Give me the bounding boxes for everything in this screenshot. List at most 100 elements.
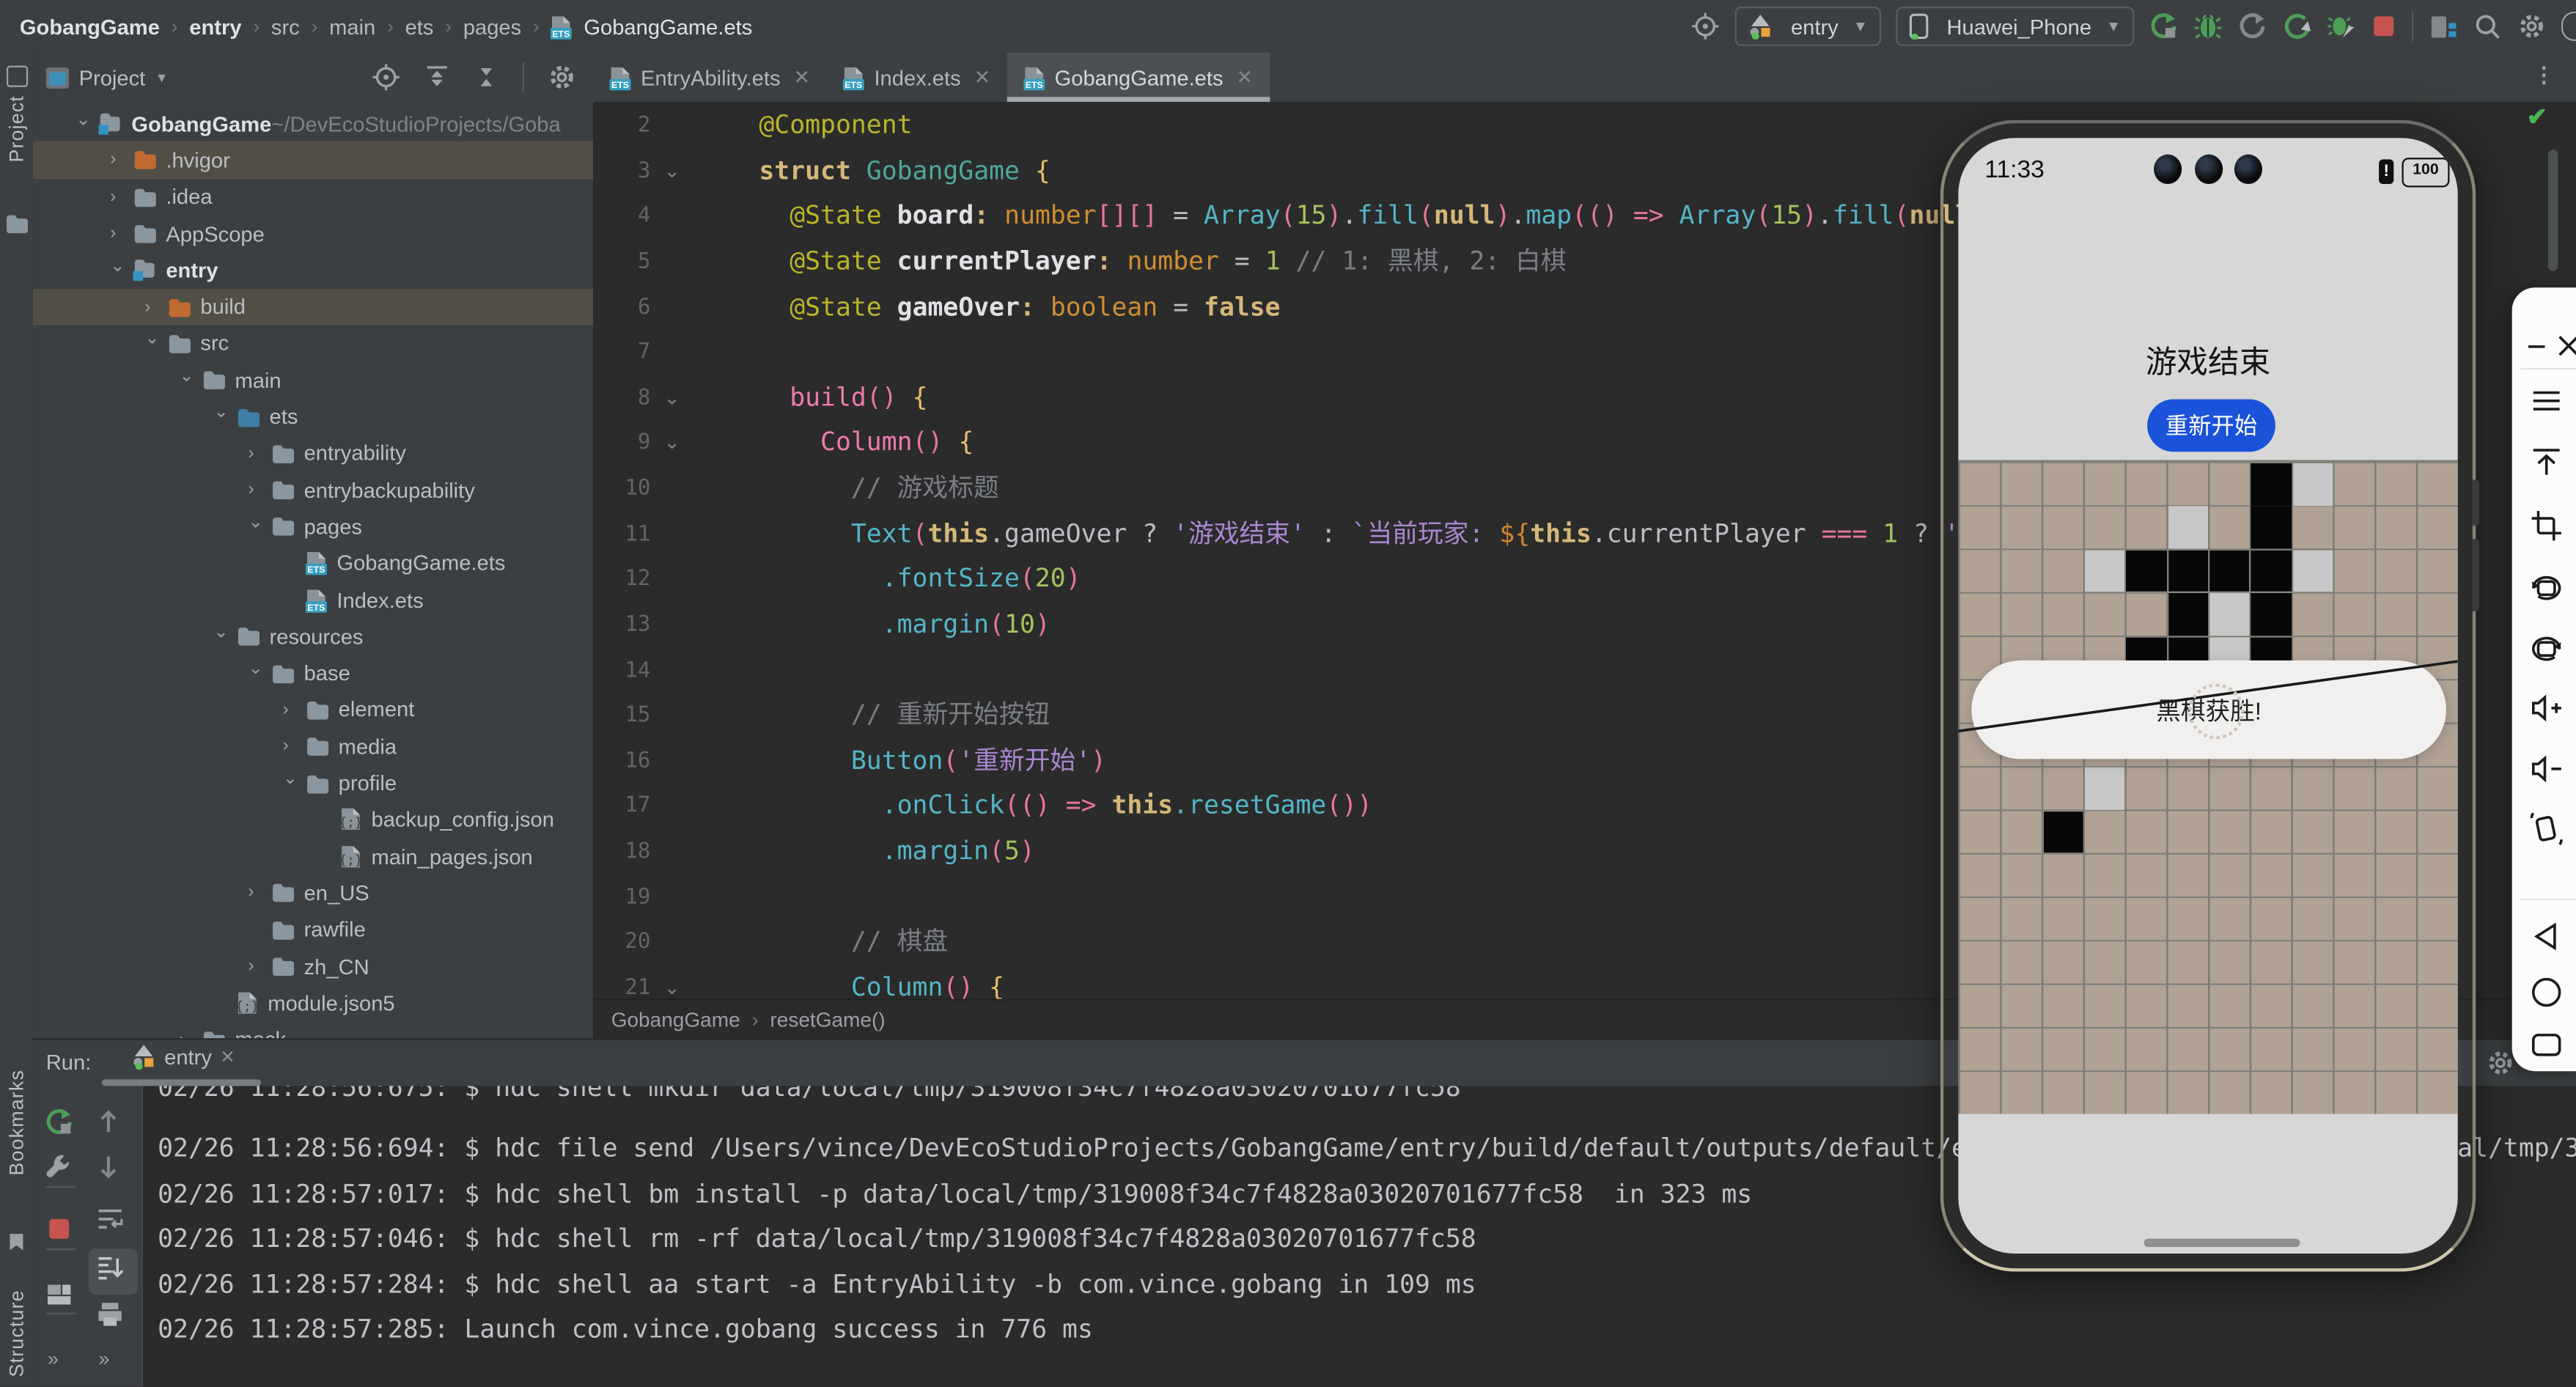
code-line-10[interactable]: // 游戏标题 [759, 471, 998, 506]
tree-item-GobangGame[interactable]: ⌄ GobangGame ~/DevEcoStudioProjects/Goba [33, 105, 593, 141]
tree-item-src[interactable]: ⌄ src [33, 325, 593, 361]
strip-label-bookmarks[interactable]: Bookmarks [5, 1070, 28, 1176]
menu-icon[interactable] [2528, 383, 2576, 419]
more-icon[interactable]: » [48, 1344, 56, 1373]
code-line-12[interactable]: .fontSize(20) [759, 562, 1081, 597]
volume-up-icon[interactable] [2528, 690, 2576, 726]
tree-item-Index.ets[interactable]: ETS Index.ets [33, 581, 593, 618]
tab-GobangGame.ets[interactable]: ETSGobangGame.ets✕ [1007, 53, 1270, 102]
tree-item-pages[interactable]: ⌄ pages [33, 508, 593, 545]
fold-marker-icon[interactable]: ⌄ [663, 154, 680, 188]
breadcrumb-item[interactable]: GobangGame [20, 14, 160, 39]
strip-folder-icon[interactable] [5, 213, 28, 233]
restart-button[interactable] [2282, 12, 2311, 41]
code-line-5[interactable]: @State currentPlayer: number = 1 // 1: 黑… [759, 245, 1566, 279]
chevron-collapsed-icon[interactable]: › [248, 883, 268, 902]
tree-item-ets[interactable]: ⌄ ets [33, 398, 593, 435]
chevron-down-icon[interactable]: ▼ [155, 70, 169, 84]
print-icon[interactable] [95, 1301, 125, 1328]
close-icon[interactable]: ✕ [793, 66, 810, 89]
chevron-expanded-icon[interactable]: ⌄ [110, 254, 130, 276]
chevron-collapsed-icon[interactable]: › [248, 956, 268, 976]
close-icon[interactable]: ✕ [974, 66, 991, 89]
tool-window-icon[interactable] [7, 66, 28, 87]
tree-item-entryability[interactable]: › entryability [33, 435, 593, 471]
crop-icon[interactable] [2528, 507, 2576, 543]
recents-icon[interactable] [2528, 1027, 2576, 1063]
volume-down-icon[interactable] [2528, 751, 2576, 787]
fold-marker-icon[interactable]: ⌄ [663, 426, 680, 460]
tree-item-en_US[interactable]: › en_US [33, 875, 593, 911]
tree-item-build[interactable]: › build [33, 288, 593, 325]
breadcrumb-item[interactable]: ets [405, 14, 434, 39]
code-line-13[interactable]: .margin(10) [759, 608, 1050, 642]
rerun-icon[interactable] [45, 1108, 74, 1137]
strip-label-structure[interactable]: Structure [5, 1289, 28, 1377]
code-line-21[interactable]: Column() { [759, 971, 1004, 998]
chevron-collapsed-icon[interactable]: › [144, 297, 164, 317]
fold-marker-icon[interactable]: ⌄ [663, 971, 680, 998]
restore-layout-icon[interactable] [45, 1280, 74, 1309]
home-icon[interactable] [2528, 974, 2576, 1010]
code-line-8[interactable]: build() { [759, 380, 927, 415]
close-icon[interactable]: ✕ [1236, 66, 1253, 89]
profile-button[interactable] [2237, 12, 2267, 41]
strip-label-project[interactable]: Project [5, 95, 28, 163]
screenshot-top-icon[interactable] [2528, 444, 2576, 479]
home-indicator[interactable] [2144, 1239, 2300, 1247]
tree-item-module.json5[interactable]: {;} module.json5 [33, 985, 593, 1021]
tree-item-entry[interactable]: ⌄ entry [33, 251, 593, 288]
chevron-collapsed-icon[interactable]: › [110, 224, 130, 243]
editor-breadcrumb-item[interactable]: GobangGame [611, 1009, 740, 1031]
debug-button[interactable] [2193, 12, 2223, 41]
next-occurrence-icon[interactable] [95, 1152, 122, 1181]
chevron-collapsed-icon[interactable]: › [179, 1029, 199, 1038]
chevron-expanded-icon[interactable]: ⌄ [76, 108, 95, 129]
console-settings-icon[interactable] [2486, 1048, 2515, 1078]
chevron-expanded-icon[interactable]: ⌄ [248, 658, 268, 679]
code-line-2[interactable]: @Component [759, 108, 912, 143]
tree-item-main_pages.json[interactable]: {;} main_pages.json [33, 838, 593, 875]
settings-button[interactable] [2517, 12, 2546, 41]
tree-item-rawfile[interactable]: rawfile [33, 911, 593, 948]
prev-occurrence-icon[interactable] [95, 1108, 122, 1137]
code-line-18[interactable]: .margin(5) [759, 835, 1035, 869]
tab-EntryAbility.ets[interactable]: ETSEntryAbility.ets✕ [593, 53, 826, 102]
back-icon[interactable] [2528, 919, 2576, 954]
breadcrumb-item[interactable]: src [271, 14, 300, 39]
debug-restart-button[interactable] [2326, 12, 2355, 41]
gobang-board[interactable] [1958, 460, 2457, 1114]
structure-tool-button[interactable] [2428, 12, 2457, 41]
chevron-collapsed-icon[interactable]: › [110, 150, 130, 170]
chevron-collapsed-icon[interactable]: › [282, 700, 302, 720]
stop-button[interactable] [2371, 13, 2397, 40]
shake-icon[interactable] [2528, 810, 2576, 846]
more-icon[interactable]: » [98, 1344, 106, 1373]
chevron-collapsed-icon[interactable]: › [248, 444, 268, 463]
code-line-17[interactable]: .onClick(() => this.resetGame()) [759, 790, 1372, 824]
breadcrumb-item[interactable]: entry [189, 14, 241, 39]
chevron-expanded-icon[interactable]: ⌄ [144, 328, 164, 349]
edit-config-wrench-icon[interactable] [45, 1152, 74, 1181]
locate-file-icon[interactable] [371, 62, 400, 92]
code-line-6[interactable]: @State gameOver: boolean = false [759, 290, 1280, 325]
tree-item-backup_config.json[interactable]: {;} backup_config.json [33, 801, 593, 838]
tree-item-media[interactable]: › media [33, 728, 593, 765]
rotate-left-icon[interactable] [2528, 570, 2576, 606]
expand-all-icon[interactable] [424, 64, 450, 90]
tree-item-mock[interactable]: › mock [33, 1021, 593, 1039]
code-line-9[interactable]: Column() { [759, 426, 974, 460]
chevron-expanded-icon[interactable]: ⌄ [213, 621, 233, 642]
chevron-expanded-icon[interactable]: ⌄ [213, 401, 233, 422]
device-selector[interactable]: Huawei_Phone▼ [1896, 7, 2134, 46]
chevron-expanded-icon[interactable]: ⌄ [282, 768, 302, 789]
tab-options-icon[interactable]: ⋮ [2533, 62, 2555, 89]
chevron-collapsed-icon[interactable]: › [282, 737, 302, 757]
editor-scrollbar[interactable] [2548, 150, 2558, 271]
close-icon[interactable]: ✕ [220, 1047, 235, 1068]
restart-game-button[interactable]: 重新开始 [2147, 400, 2275, 452]
code-line-20[interactable]: // 棋盘 [759, 925, 948, 960]
chevron-expanded-icon[interactable]: ⌄ [179, 364, 199, 386]
breadcrumb-item[interactable]: pages [463, 14, 521, 39]
chevron-collapsed-icon[interactable]: › [110, 187, 130, 207]
